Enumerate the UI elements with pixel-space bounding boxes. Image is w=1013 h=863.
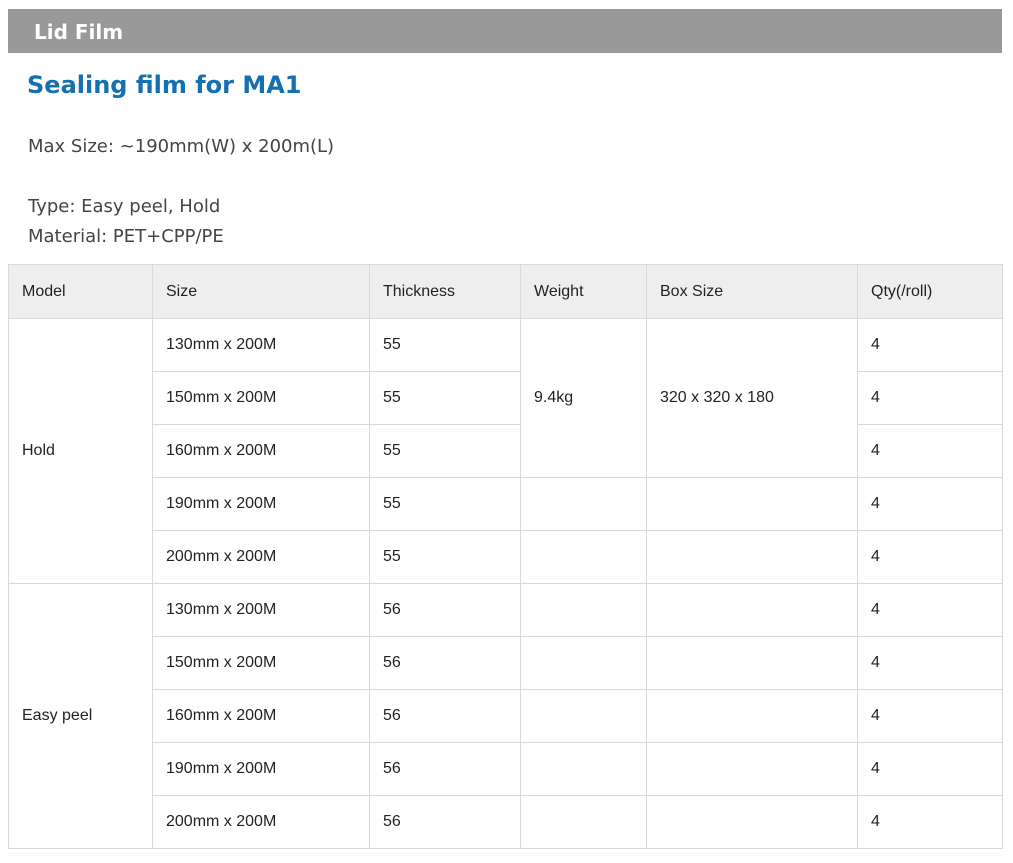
weight-cell-empty <box>520 530 647 584</box>
box-size-cell-empty <box>646 583 858 637</box>
table-row: 160mm x 200M 56 4 <box>9 689 1003 743</box>
qty-cell: 4 <box>857 689 1003 743</box>
qty-cell: 4 <box>857 583 1003 637</box>
thickness-cell: 56 <box>369 742 521 796</box>
table-row: 190mm x 200M 55 4 <box>9 477 1003 531</box>
table-row: 190mm x 200M 56 4 <box>9 742 1003 796</box>
box-size-cell-empty <box>646 795 858 849</box>
qty-cell: 4 <box>857 371 1003 425</box>
size-cell: 200mm x 200M <box>152 795 370 849</box>
thickness-cell: 55 <box>369 371 521 425</box>
box-size-cell-empty <box>646 477 858 531</box>
thickness-cell: 55 <box>369 530 521 584</box>
model-cell-easy-peel: Easy peel <box>8 583 153 849</box>
thickness-cell: 56 <box>369 689 521 743</box>
type-text: Type: Easy peel, Hold <box>28 196 221 217</box>
table-row: Easy peel 130mm x 200M 56 4 <box>8 583 1003 849</box>
spec-table: Model Size Thickness Weight Box Size Qty… <box>8 264 1003 849</box>
thickness-cell: 56 <box>369 583 521 637</box>
qty-cell: 4 <box>857 636 1003 690</box>
table-row: Hold 130mm x 200M 55 9.4kg 320 x 320 x 1… <box>8 318 1003 584</box>
weight-cell-empty <box>520 689 647 743</box>
size-cell: 150mm x 200M <box>152 371 370 425</box>
weight-cell: 9.4kg <box>520 318 647 478</box>
size-cell: 200mm x 200M <box>152 530 370 584</box>
qty-cell: 4 <box>857 318 1003 372</box>
thickness-cell: 55 <box>369 318 521 372</box>
table-row: 200mm x 200M 55 4 <box>9 530 1003 584</box>
table-row: 150mm x 200M 56 4 <box>9 636 1003 690</box>
thickness-cell: 55 <box>369 477 521 531</box>
weight-cell-empty <box>520 477 647 531</box>
header-thickness: Thickness <box>369 264 521 319</box>
qty-cell: 4 <box>857 742 1003 796</box>
box-size-cell-empty <box>646 530 858 584</box>
table-row: 200mm x 200M 56 4 <box>9 795 1003 849</box>
thickness-cell: 56 <box>369 636 521 690</box>
qty-cell: 4 <box>857 530 1003 584</box>
thickness-cell: 56 <box>369 795 521 849</box>
size-cell: 150mm x 200M <box>152 636 370 690</box>
max-size-text: Max Size: ~190mm(W) x 200m(L) <box>28 136 335 157</box>
size-cell: 130mm x 200M <box>152 583 370 637</box>
header-model: Model <box>8 264 153 319</box>
weight-cell-empty <box>520 636 647 690</box>
box-size-cell-empty <box>646 636 858 690</box>
size-cell: 130mm x 200M <box>152 318 370 372</box>
material-text: Material: PET+CPP/PE <box>28 226 224 247</box>
section-header: Lid Film <box>8 9 1002 53</box>
size-cell: 190mm x 200M <box>152 477 370 531</box>
weight-cell-empty <box>520 583 647 637</box>
size-cell: 190mm x 200M <box>152 742 370 796</box>
qty-cell: 4 <box>857 424 1003 478</box>
header-size: Size <box>152 264 370 319</box>
model-cell-hold: Hold <box>8 318 153 584</box>
box-size-cell-empty <box>646 689 858 743</box>
product-title: Sealing film for MA1 <box>27 71 302 99</box>
weight-cell-empty <box>520 742 647 796</box>
qty-cell: 4 <box>857 477 1003 531</box>
size-cell: 160mm x 200M <box>152 424 370 478</box>
header-weight: Weight <box>520 264 647 319</box>
qty-cell: 4 <box>857 795 1003 849</box>
box-size-cell-empty <box>646 742 858 796</box>
table-header-row: Model Size Thickness Weight Box Size Qty… <box>8 264 1003 319</box>
thickness-cell: 55 <box>369 424 521 478</box>
box-size-cell: 320 x 320 x 180 <box>646 318 858 478</box>
header-qty: Qty(/roll) <box>857 264 1003 319</box>
header-box-size: Box Size <box>646 264 858 319</box>
weight-cell-empty <box>520 795 647 849</box>
size-cell: 160mm x 200M <box>152 689 370 743</box>
page: Lid Film Sealing film for MA1 Max Size: … <box>0 0 1013 863</box>
